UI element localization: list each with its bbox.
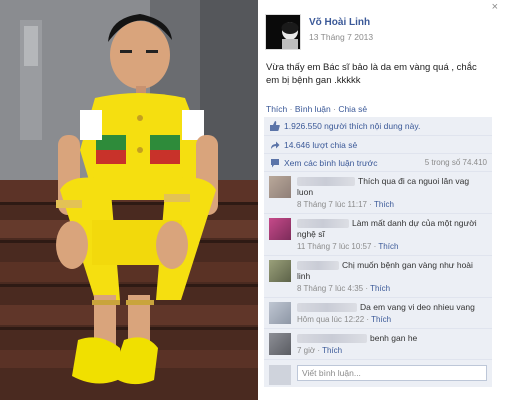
comment-text: benh gan he	[370, 333, 418, 343]
comment-item: Chị muốn bệnh gan vàng như hoài linh 8 T…	[264, 256, 492, 298]
comment-item: Thích qua đi ca nguoi lân vag luon 8 Thá…	[264, 172, 492, 214]
action-separator: ·	[287, 104, 295, 114]
likes-row[interactable]: 1.926.550 người thích nội dung này.	[264, 117, 492, 136]
comment-count: 5 trong số 74.410	[424, 158, 487, 167]
comment-time[interactable]: 11 Tháng 7 lúc 10:57	[297, 242, 371, 251]
close-icon[interactable]: ×	[492, 1, 498, 13]
commenter-avatar[interactable]	[269, 302, 291, 324]
commenter-avatar[interactable]	[269, 333, 291, 355]
commenter-avatar[interactable]	[269, 176, 291, 198]
post-text: Vừa thấy em Bác sĩ bảo là da em vàng quá…	[266, 62, 477, 86]
shares-row[interactable]: 14.646 lượt chia sẻ	[264, 136, 492, 154]
post-actions: Thích · Bình luận · Chia sẻ	[266, 104, 367, 114]
shares-count[interactable]: 14.646 lượt chia sẻ	[284, 140, 357, 150]
my-avatar	[269, 365, 291, 385]
comment-time[interactable]: 7 giờ	[297, 346, 315, 355]
comment-like-link[interactable]: Thích	[378, 242, 398, 251]
comment-like-link[interactable]: Thích	[322, 346, 342, 355]
write-comment-row	[264, 360, 492, 387]
comment-time[interactable]: 8 Tháng 7 lúc 4:35	[297, 284, 363, 293]
comment-time[interactable]: 8 Tháng 7 lúc 11:17	[297, 200, 367, 209]
post-date[interactable]: 13 Tháng 7 2013	[309, 32, 373, 42]
comment-like-link[interactable]: Thích	[371, 315, 391, 324]
commenter-name[interactable]	[297, 219, 349, 229]
commenter-name[interactable]	[297, 261, 339, 271]
photo-illustration	[0, 0, 258, 400]
thumbs-up-icon	[269, 121, 280, 132]
comment-like-link[interactable]: Thích	[370, 284, 390, 293]
comment-item: Làm mất danh dự của một người nghệ sĩ 11…	[264, 214, 492, 256]
comment-time[interactable]: Hôm qua lúc 12:22	[297, 315, 364, 324]
feedback-box: 1.926.550 người thích nội dung này. 14.6…	[264, 117, 492, 387]
share-link[interactable]: Chia sẻ	[338, 104, 367, 114]
likes-count[interactable]: 1.926.550 người thích nội dung này.	[284, 121, 420, 131]
author-name[interactable]: Võ Hoài Linh	[309, 17, 373, 28]
author-avatar[interactable]	[265, 14, 301, 50]
post-header: Võ Hoài Linh 13 Tháng 7 2013	[265, 14, 373, 50]
write-comment-input[interactable]	[297, 365, 487, 381]
like-link[interactable]: Thích	[266, 104, 287, 114]
comment-link[interactable]: Bình luận	[295, 104, 331, 114]
comment-bubble-icon	[269, 157, 280, 168]
view-previous-comments-link[interactable]: Xem các bình luận trước	[284, 158, 377, 168]
commenter-avatar[interactable]	[269, 218, 291, 240]
comment-item: Da em vang vi deo nhieu vang Hôm qua lúc…	[264, 298, 492, 329]
commenter-name[interactable]	[297, 177, 355, 187]
comment-item: benh gan he 7 giờ · Thích	[264, 329, 492, 360]
comment-like-link[interactable]: Thích	[374, 200, 394, 209]
author-avatar-image	[266, 15, 300, 49]
commenter-name[interactable]	[297, 303, 357, 313]
post-photo[interactable]	[0, 0, 258, 400]
comment-text: Da em vang vi deo nhieu vang	[360, 302, 475, 312]
facebook-post-panel: × Võ Hoài Linh 13 Tháng 7 2013 Vừa thấy …	[258, 0, 505, 400]
share-icon	[269, 139, 280, 150]
commenter-avatar[interactable]	[269, 260, 291, 282]
view-previous-row: Xem các bình luận trước 5 trong số 74.41…	[264, 154, 492, 172]
commenter-name[interactable]	[297, 334, 367, 344]
